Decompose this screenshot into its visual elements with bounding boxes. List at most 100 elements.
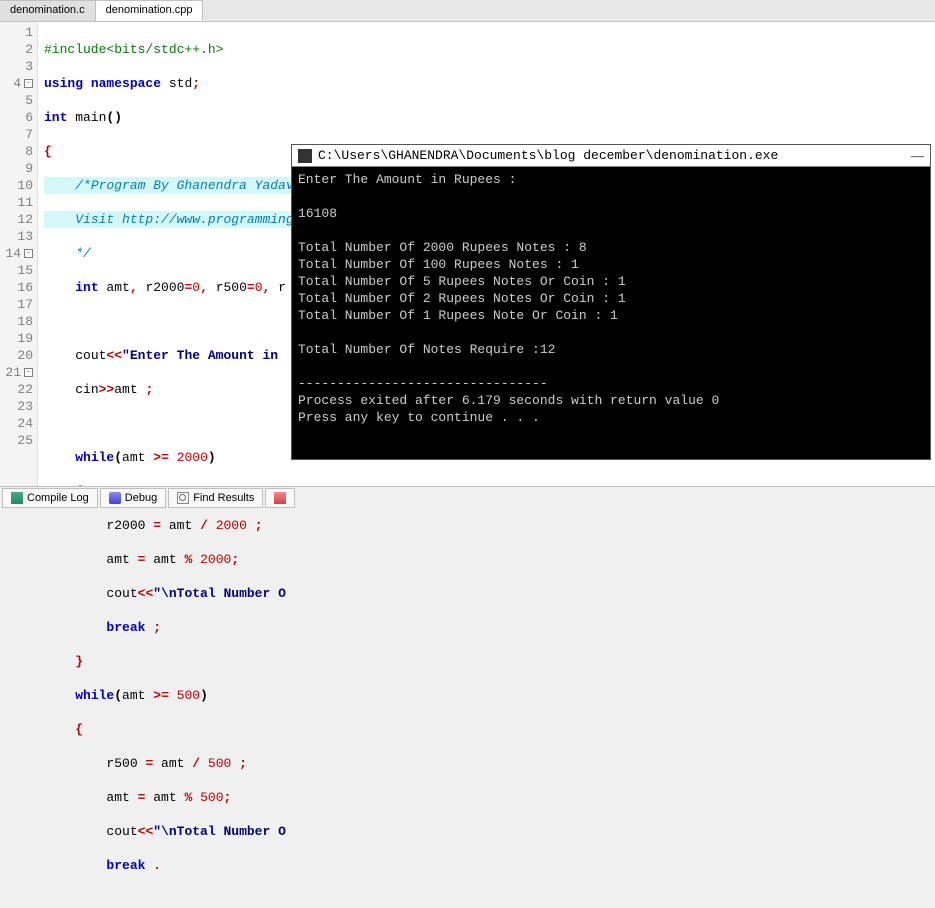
line-number: 23 [0, 398, 37, 415]
fold-toggle[interactable]: - [24, 79, 33, 88]
code-token: % [184, 790, 192, 805]
bottom-panel-tabs: Compile Log Debug Find Results [0, 486, 935, 509]
code-comment: */ [75, 246, 91, 261]
tab-denomination-c[interactable]: denomination.c [0, 0, 96, 21]
code-token: / [200, 518, 208, 533]
code-token: amt [99, 280, 130, 295]
code-token: int [75, 280, 98, 295]
code-token: "\nTotal Number O [153, 586, 286, 601]
code-token: >> [99, 382, 115, 397]
code-token: #include<bits/stdc++.h> [44, 42, 223, 57]
line-number: 6 [0, 109, 37, 126]
line-number: 8 [0, 143, 37, 160]
line-number: 10 [0, 177, 37, 194]
code-token: >= [153, 688, 169, 703]
code-token: std [161, 76, 192, 91]
close-icon [274, 492, 286, 504]
code-token: r2000 [106, 518, 153, 533]
line-number: 18 [0, 313, 37, 330]
line-number: 4- [0, 75, 37, 92]
code-token: 0 [192, 280, 200, 295]
code-token: amt [106, 790, 137, 805]
code-token: r2000 [138, 280, 185, 295]
line-number: 24 [0, 415, 37, 432]
fold-toggle[interactable]: - [24, 368, 33, 377]
code-token: 500 [208, 756, 231, 771]
console-window[interactable]: C:\Users\GHANENDRA\Documents\blog decemb… [291, 144, 931, 460]
line-number: 21- [0, 364, 37, 381]
code-token: amt [161, 518, 200, 533]
code-token: 500 [177, 688, 200, 703]
code-token: while [75, 450, 114, 465]
code-token: break [106, 620, 145, 635]
console-title-text: C:\Users\GHANENDRA\Documents\blog decemb… [318, 148, 778, 163]
code-token: amt [114, 382, 145, 397]
code-token: 0 [255, 280, 263, 295]
line-number: 5 [0, 92, 37, 109]
line-number-gutter: 1 2 3 4- 5 6 7 8 9 10 11 12 13 14- 15 16… [0, 22, 38, 486]
code-token: << [138, 586, 154, 601]
code-token: "Enter The Amount in [122, 348, 286, 363]
code-token: int [44, 110, 67, 125]
code-token: "\nTotal Number O [153, 824, 286, 839]
fold-toggle[interactable]: - [24, 249, 33, 258]
code-token: r500 [208, 280, 247, 295]
compile-log-icon [11, 492, 23, 504]
line-number: 12 [0, 211, 37, 228]
line-number: 20 [0, 347, 37, 364]
code-token: using [44, 76, 83, 91]
code-comment: /*Program By Ghanendra Yadav [75, 178, 293, 193]
code-token: amt [145, 790, 184, 805]
line-number: 15 [0, 262, 37, 279]
line-number: 1 [0, 24, 37, 41]
line-number: 16 [0, 279, 37, 296]
code-token: cout [106, 586, 137, 601]
minimize-button[interactable]: — [911, 148, 924, 164]
line-number: 25 [0, 432, 37, 449]
tab-denomination-cpp[interactable]: denomination.cpp [96, 0, 204, 21]
code-token: cout [106, 824, 137, 839]
code-token: r500 [106, 756, 145, 771]
console-titlebar[interactable]: C:\Users\GHANENDRA\Documents\blog decemb… [292, 145, 930, 167]
code-token: break [106, 858, 145, 873]
code-token: >= [153, 450, 169, 465]
code-token: << [106, 348, 122, 363]
code-token: amt [122, 450, 153, 465]
tab-find-results[interactable]: Find Results [168, 488, 263, 508]
console-output[interactable]: Enter The Amount in Rupees : 16108 Total… [292, 167, 930, 430]
code-token: amt [153, 756, 192, 771]
debug-icon [109, 492, 121, 504]
code-token: main [67, 110, 106, 125]
code-token: 2000 [177, 450, 208, 465]
line-number: 7 [0, 126, 37, 143]
tab-compile-log[interactable]: Compile Log [2, 488, 98, 508]
code-token: amt [122, 688, 153, 703]
code-token: 500 [200, 790, 223, 805]
code-token: 2000 [216, 518, 247, 533]
code-token: r [270, 280, 286, 295]
console-app-icon [298, 149, 312, 163]
code-token: << [138, 824, 154, 839]
code-token: / [192, 756, 200, 771]
code-token: cin [75, 382, 98, 397]
code-token: cout [75, 348, 106, 363]
line-number: 14- [0, 245, 37, 262]
line-number: 2 [0, 41, 37, 58]
line-number: 17 [0, 296, 37, 313]
tab-close[interactable] [265, 488, 295, 508]
line-number: 3 [0, 58, 37, 75]
code-token: 2000 [200, 552, 231, 567]
line-number: 11 [0, 194, 37, 211]
tab-debug[interactable]: Debug [100, 488, 166, 508]
line-number: 13 [0, 228, 37, 245]
line-number: 19 [0, 330, 37, 347]
code-token: while [75, 688, 114, 703]
file-tabs: denomination.c denomination.cpp [0, 0, 935, 22]
code-token: % [184, 552, 192, 567]
line-number: 22 [0, 381, 37, 398]
find-icon [177, 492, 189, 504]
line-number: 9 [0, 160, 37, 177]
code-token: amt [106, 552, 137, 567]
code-token: namespace [91, 76, 161, 91]
code-token: amt [145, 552, 184, 567]
